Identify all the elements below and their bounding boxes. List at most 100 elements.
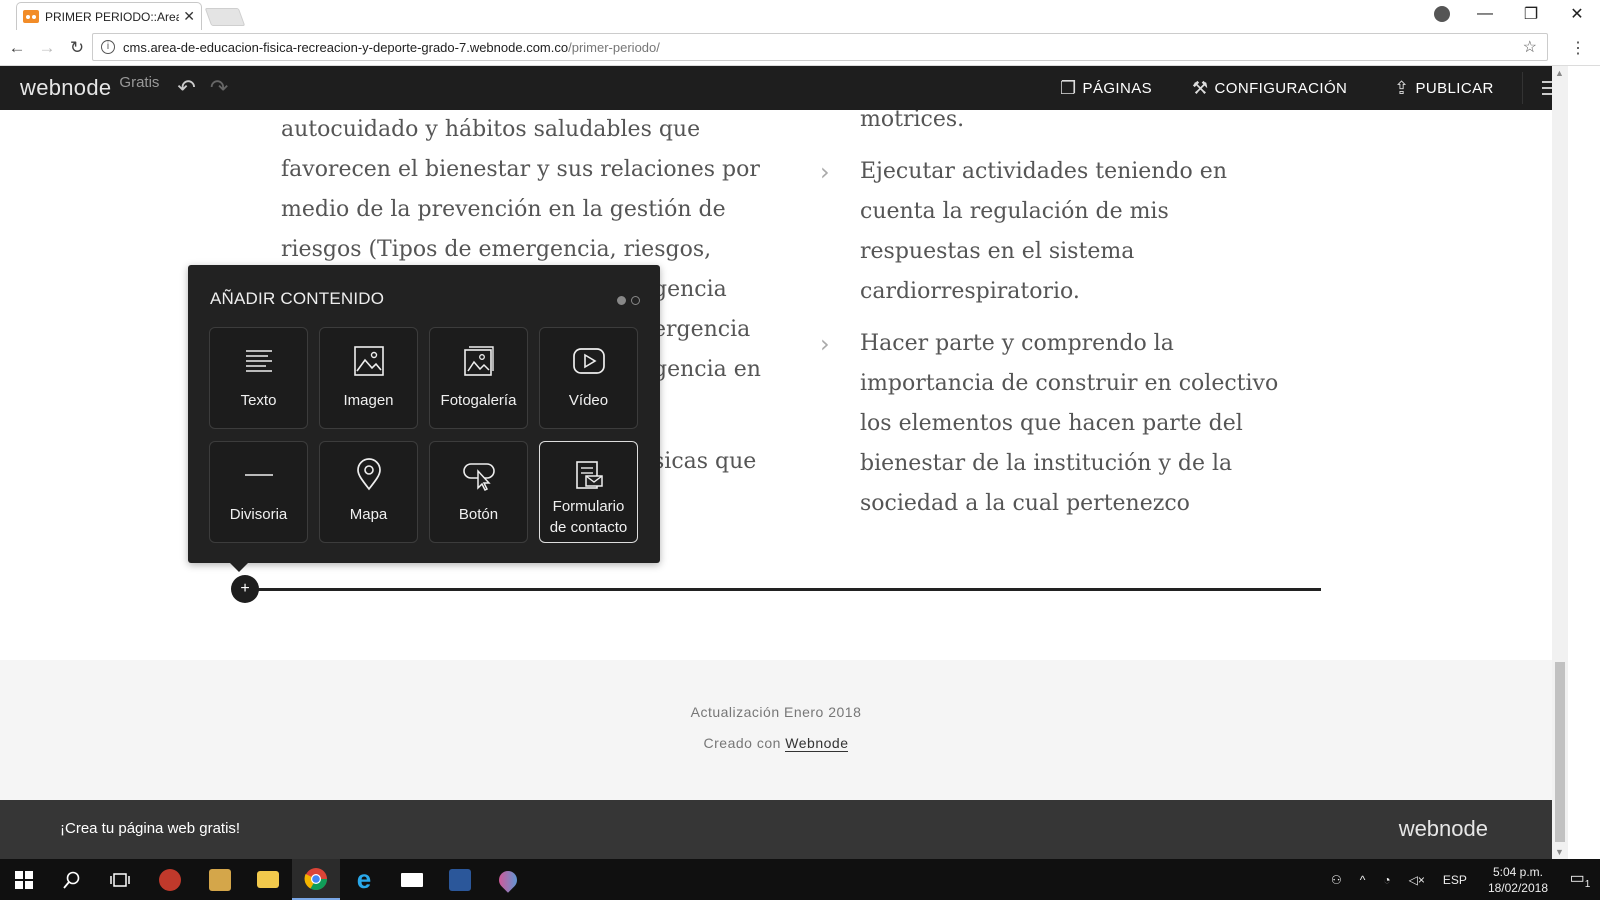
list-item[interactable]: Ejecutar actividades teniendo en cuenta … <box>820 152 1290 312</box>
tab-close-icon[interactable]: ✕ <box>183 8 195 25</box>
app-red-icon[interactable] <box>146 859 194 900</box>
browser-tabstrip: PRIMER PERIODO::Area-d ✕ — ❐ ✕ <box>0 0 1600 30</box>
browser-menu-icon[interactable]: ⋮ <box>1570 38 1586 58</box>
add-button-tile[interactable]: Botón <box>429 441 528 543</box>
popup-title: AÑADIR CONTENIDO <box>210 289 385 308</box>
scrollbar-thumb[interactable] <box>1555 662 1565 842</box>
text-icon <box>245 350 272 372</box>
file-explorer-icon[interactable] <box>244 859 292 900</box>
add-contact-form-tile[interactable]: Formulario de contacto <box>539 441 638 543</box>
wifi-icon[interactable]: ◔ <box>1383 873 1390 887</box>
scroll-down-icon[interactable]: ▼ <box>1555 847 1564 857</box>
tile-label: Imagen <box>343 392 394 409</box>
tile-label: Fotogalería <box>440 392 517 409</box>
address-bar[interactable]: i cms.area-de-educacion-fisica-recreacio… <box>92 33 1548 61</box>
add-content-plus-icon[interactable]: + <box>231 575 259 603</box>
forward-arrow-icon[interactable]: → <box>34 38 60 58</box>
system-tray: ⚇ ^ ◔ ◁× ESP 5:04 p.m. 18/02/2018 ▭1 <box>1322 859 1600 900</box>
new-tab-button[interactable] <box>204 8 246 26</box>
profile-icon[interactable] <box>1434 6 1450 22</box>
plan-label: Gratis <box>119 73 160 91</box>
app-tools-icon[interactable] <box>196 859 244 900</box>
image-icon <box>353 346 384 376</box>
tile-label: Divisoria <box>229 506 288 523</box>
close-window-icon[interactable]: ✕ <box>1554 4 1600 24</box>
word-icon[interactable] <box>436 859 484 900</box>
scroll-up-icon[interactable]: ▲ <box>1555 68 1564 78</box>
publish-button[interactable]: ⇪ PUBLICAR <box>1394 66 1494 110</box>
bookmark-star-icon[interactable]: ☆ <box>1523 37 1537 57</box>
tile-label: Vídeo <box>568 392 609 409</box>
site-info-icon[interactable]: i <box>101 40 115 54</box>
map-pin-icon <box>356 458 381 491</box>
pages-button[interactable]: ❐ PÁGINAS <box>1060 66 1152 110</box>
browser-toolbar: ← → ↻ i cms.area-de-educacion-fisica-rec… <box>0 30 1600 66</box>
left-paragraph[interactable]: autocuidado y hábitos saludables que fav… <box>281 110 761 270</box>
mail-icon[interactable] <box>388 859 436 900</box>
add-divider-tile[interactable]: Divisoria <box>209 441 308 543</box>
redo-icon[interactable]: ↷ <box>210 75 228 101</box>
button-cursor-icon <box>462 463 495 492</box>
notification-center-icon[interactable]: ▭1 <box>1560 868 1600 890</box>
settings-button[interactable]: ⚒ CONFIGURACIÓN <box>1192 66 1347 110</box>
video-icon <box>572 348 605 374</box>
publish-label: PUBLICAR <box>1415 79 1494 97</box>
footer-credit-prefix: Creado con <box>703 735 781 751</box>
webnode-favicon-icon <box>23 10 39 23</box>
tray-chevron-icon[interactable]: ^ <box>1360 873 1366 887</box>
add-gallery-tile[interactable]: Fotogalería <box>429 327 528 429</box>
task-view-icon[interactable] <box>96 859 144 900</box>
browser-tab[interactable]: PRIMER PERIODO::Area-d ✕ <box>16 2 202 30</box>
page-scrollbar[interactable]: ▲ ▼ <box>1552 66 1568 859</box>
footer-credit: Creado con Webnode <box>0 735 1552 752</box>
pager-dot[interactable] <box>631 296 640 305</box>
add-video-tile[interactable]: Vídeo <box>539 327 638 429</box>
footer-updated-text: Actualización Enero 2018 <box>690 704 862 720</box>
wrench-icon: ⚒ <box>1192 77 1209 98</box>
upload-icon: ⇪ <box>1394 77 1410 98</box>
clock-time: 5:04 p.m. <box>1492 864 1543 879</box>
add-text-tile[interactable]: Texto <box>209 327 308 429</box>
webnode-link[interactable]: Webnode <box>785 735 849 752</box>
add-image-tile[interactable]: Imagen <box>319 327 418 429</box>
minimize-icon[interactable]: — <box>1462 5 1508 23</box>
tab-title: PRIMER PERIODO::Area-d <box>45 9 180 24</box>
internet-explorer-icon[interactable]: e <box>340 859 388 900</box>
editor-toolbar: webnode Gratis ↶ ↷ ❐ PÁGINAS ⚒ CONFIGURA… <box>0 66 1560 110</box>
promo-webnode-logo[interactable]: webnode <box>1399 816 1488 842</box>
webnode-logo[interactable]: webnode <box>20 75 111 101</box>
notification-count: 1 <box>1584 879 1591 891</box>
chrome-icon[interactable] <box>292 859 340 900</box>
right-column: motrices. Ejecutar actividades teniendo … <box>820 110 1290 524</box>
pager-dot-active[interactable] <box>617 296 626 305</box>
popup-pager <box>617 296 640 305</box>
taskbar-clock[interactable]: 5:04 p.m. 18/02/2018 <box>1488 864 1548 896</box>
form-icon <box>575 461 603 489</box>
volume-muted-icon[interactable]: ◁× <box>1409 873 1425 887</box>
tile-label: Mapa <box>349 506 388 523</box>
undo-icon[interactable]: ↶ <box>177 75 195 101</box>
section-divider-line <box>245 588 1321 591</box>
windows-start-icon[interactable] <box>0 859 48 900</box>
language-indicator[interactable]: ESP <box>1443 873 1467 887</box>
pages-label: PÁGINAS <box>1082 79 1153 97</box>
add-content-popup: AÑADIR CONTENIDO Texto Imagen Fotogalerí… <box>188 265 660 572</box>
reload-icon[interactable]: ↻ <box>64 38 90 58</box>
people-icon[interactable]: ⚇ <box>1331 873 1342 887</box>
site-footer: Actualización Enero 2018 Creado con Webn… <box>0 660 1552 800</box>
back-arrow-icon[interactable]: ← <box>4 38 30 58</box>
gallery-icon <box>463 346 494 376</box>
window-controls: — ❐ ✕ <box>1462 0 1600 28</box>
settings-label: CONFIGURACIÓN <box>1214 79 1348 97</box>
add-map-tile[interactable]: Mapa <box>319 441 418 543</box>
list-item[interactable]: Hacer parte y comprendo la importancia d… <box>820 324 1290 524</box>
search-icon[interactable] <box>48 859 96 900</box>
tile-label: Texto <box>240 392 277 409</box>
divider-icon <box>244 474 273 476</box>
tile-label: Botón <box>458 506 499 523</box>
maps-pin-app-icon[interactable] <box>484 859 532 900</box>
content-tiles-grid: Texto Imagen Fotogalería Vídeo Divisoria… <box>209 327 638 543</box>
restore-icon[interactable]: ❐ <box>1508 4 1554 24</box>
pages-icon: ❐ <box>1060 77 1077 98</box>
promo-cta-link[interactable]: ¡Crea tu página web gratis! <box>60 820 240 837</box>
